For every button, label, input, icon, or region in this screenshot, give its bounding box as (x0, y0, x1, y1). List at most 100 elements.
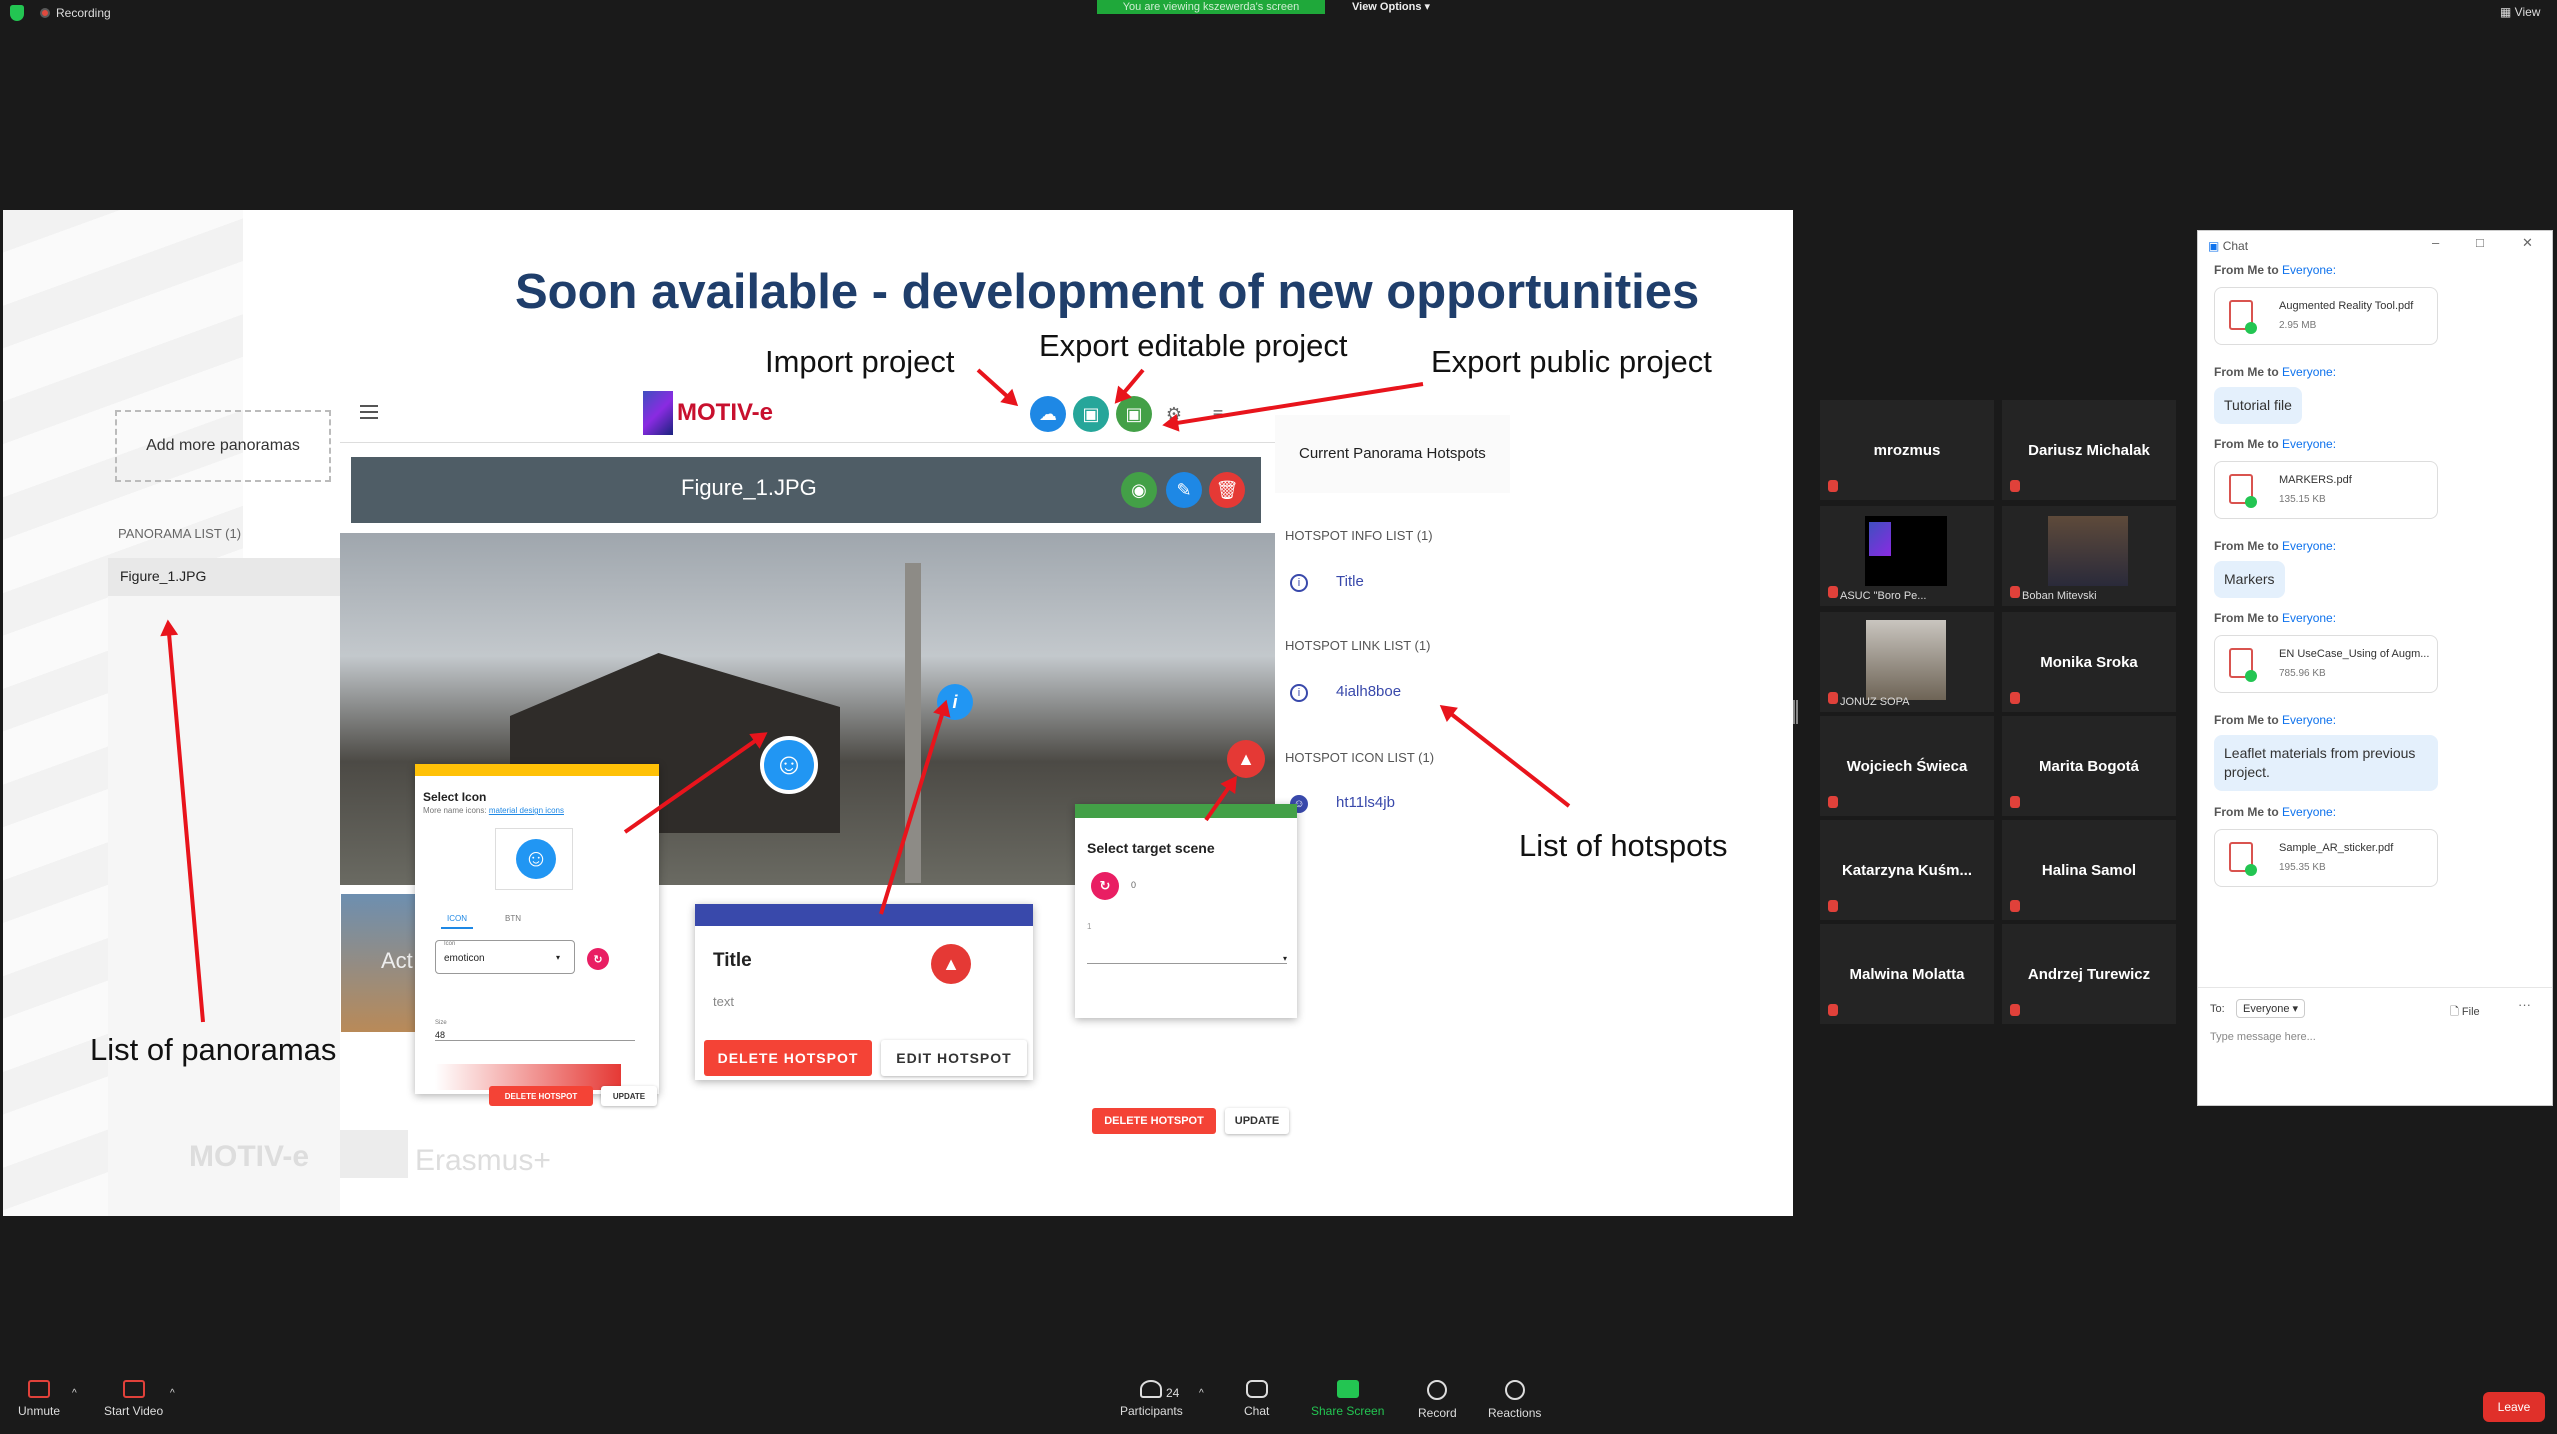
msg-to: Everyone: (2282, 263, 2337, 277)
chat-file-attachment[interactable]: Sample_AR_sticker.pdf 195.35 KB (2214, 829, 2438, 887)
file-share-button[interactable]: 🗋 File (2450, 1003, 2480, 1022)
chat-message-header: From Me to Everyone: (2214, 805, 2336, 819)
logo-text: MOTIV-e (677, 399, 774, 426)
msg-to: Everyone: (2282, 539, 2337, 553)
view-options-label: View Options (1352, 1, 1422, 13)
icon-select-field[interactable]: Icon emoticon ▾ (435, 940, 575, 974)
link-list-item[interactable]: 4ialh8boe (1336, 683, 1401, 700)
tab-btn[interactable]: BTN (505, 914, 521, 923)
maximize-icon[interactable]: □ (2476, 235, 2484, 250)
edit-hotspot-button[interactable]: EDIT HOTSPOT (881, 1040, 1027, 1076)
reactions-label: Reactions (1488, 1406, 1542, 1420)
participant-tile[interactable]: Katarzyna Kuśm... (1820, 820, 1994, 920)
participant-tile[interactable]: ASUC "Boro Pe... (1820, 506, 1994, 606)
view-button[interactable]: ▦ View (2500, 5, 2540, 19)
info-list-item[interactable]: Title (1336, 573, 1364, 590)
participant-tile[interactable]: Marita Bogotá (2002, 716, 2176, 816)
chat-divider (2198, 987, 2552, 988)
participant-tile[interactable]: mrozmus (1820, 400, 1994, 500)
chat-message-header: From Me to Everyone: (2214, 611, 2336, 625)
participant-tile[interactable]: Halina Samol (2002, 820, 2176, 920)
view-options-button[interactable]: View Options ▾ (1352, 0, 1430, 13)
video-options-chevron-icon[interactable]: ^ (170, 1388, 175, 1399)
participant-name: Monika Sroka (2040, 653, 2138, 671)
participant-tile[interactable]: Malwina Molatta (1820, 924, 1994, 1024)
start-video-button[interactable]: Start Video (104, 1380, 163, 1418)
participant-tile[interactable]: Boban Mitevski (2002, 506, 2176, 606)
close-icon[interactable]: ✕ (2522, 235, 2533, 251)
chat-message-bubble: Leaflet materials from previous project. (2214, 735, 2438, 791)
audio-options-chevron-icon[interactable]: ^ (72, 1388, 77, 1399)
msg-to: Everyone: (2282, 437, 2337, 451)
panorama-list-item[interactable]: Figure_1.JPG (108, 558, 340, 596)
participant-tile[interactable]: Dariusz Michalak (2002, 400, 2176, 500)
chat-file-attachment[interactable]: Augmented Reality Tool.pdf 2.95 MB (2214, 287, 2438, 345)
unmute-button[interactable]: Unmute (18, 1380, 60, 1418)
menu-icon[interactable] (360, 405, 378, 419)
emoticon-hotspot-icon[interactable]: ☺ (760, 736, 818, 794)
import-cloud-button[interactable]: ☁ (1030, 396, 1066, 432)
muted-mic-icon (1828, 692, 1838, 704)
viewing-banner: You are viewing kszewerda's screen (1097, 0, 1325, 14)
leave-button[interactable]: Leave (2483, 1392, 2545, 1422)
record-icon (1427, 1380, 1448, 1400)
icon-delete-hotspot-button[interactable]: DELETE HOTSPOT (489, 1086, 593, 1106)
chat-button[interactable]: Chat (1244, 1380, 1269, 1418)
reactions-button[interactable]: Reactions (1488, 1380, 1541, 1420)
info-card-text: text (713, 994, 734, 1009)
info-delete-hotspot-button[interactable]: DELETE HOTSPOT (704, 1040, 872, 1076)
view-eye-button[interactable]: ◉ (1121, 472, 1157, 508)
file-name: Sample_AR_sticker.pdf (2279, 842, 2394, 854)
edit-pencil-button[interactable]: ✎ (1166, 472, 1202, 508)
material-icons-link[interactable]: material design icons (489, 806, 564, 815)
icon-list-item[interactable]: ht11ls4jb (1336, 794, 1395, 811)
unmute-label: Unmute (18, 1404, 61, 1418)
target-delete-hotspot-button[interactable]: DELETE HOTSPOT (1092, 1108, 1216, 1134)
chat-file-attachment[interactable]: EN UseCase_Using of Augm... 785.96 KB (2214, 635, 2438, 693)
start-video-label: Start Video (104, 1404, 164, 1418)
panorama-sidebar (108, 596, 340, 1216)
split-drag-handle[interactable] (1793, 700, 1798, 724)
info-list-title: HOTSPOT INFO LIST (1) (1285, 528, 1433, 543)
record-dot-icon (40, 8, 50, 18)
icon-update-button[interactable]: UPDATE (601, 1086, 657, 1106)
participants-chevron-icon[interactable]: ^ (1199, 1388, 1204, 1399)
participant-name: Andrzej Turewicz (2027, 965, 2151, 983)
video-off-icon (122, 1380, 145, 1398)
minimize-icon[interactable]: – (2432, 235, 2439, 250)
participant-tile[interactable]: Wojciech Świeca (1820, 716, 1994, 816)
message-input[interactable]: Type message here... (2210, 1031, 2540, 1091)
target-scene-select[interactable]: ▾ (1087, 954, 1287, 964)
size-input[interactable]: 48 (435, 1030, 635, 1041)
security-shield-icon[interactable] (10, 5, 24, 21)
export-editable-button[interactable]: ▣ (1073, 396, 1109, 432)
participant-tile[interactable]: Andrzej Turewicz (2002, 924, 2176, 1024)
logo-cube-icon (1869, 522, 1891, 556)
add-more-panoramas-button[interactable]: Add more panoramas (115, 410, 331, 482)
delete-trash-button[interactable]: 🗑 (1209, 472, 1245, 508)
tab-icon[interactable]: ICON (441, 914, 473, 929)
mic-muted-icon (28, 1380, 51, 1398)
figure-header-bar: Figure_1.JPG ◉ ✎ 🗑 (351, 457, 1261, 523)
msg-from: From Me to (2214, 611, 2279, 625)
app-toolbar: MOTIV-e ☁ ▣ ▣ ⚙ ≡ (340, 385, 1275, 443)
emoticon-preview-icon: ☺ (516, 839, 556, 879)
refresh-icon[interactable]: ↻ (587, 948, 609, 970)
pdf-file-icon (2229, 300, 2257, 334)
msg-to: Everyone: (2282, 713, 2337, 727)
recipient-dropdown[interactable]: Everyone ▾ (2236, 999, 2306, 1018)
more-options-icon[interactable]: ··· (2518, 997, 2531, 1012)
participant-tile[interactable]: Monika Sroka (2002, 612, 2176, 712)
chat-file-attachment[interactable]: MARKERS.pdf 135.15 KB (2214, 461, 2438, 519)
muted-mic-icon (1828, 1004, 1838, 1016)
navigation-arrow-icon[interactable]: ▲ (931, 944, 971, 984)
target-update-button[interactable]: UPDATE (1225, 1108, 1289, 1134)
target-scene-title: Select target scene (1087, 840, 1215, 856)
refresh-target-icon[interactable]: ↻ (1091, 872, 1119, 900)
panorama-thumbnail[interactable]: Act (341, 894, 419, 1032)
record-button[interactable]: Record (1418, 1380, 1457, 1420)
share-screen-button[interactable]: Share Screen (1311, 1380, 1384, 1418)
participant-tile[interactable]: JONUZ SOPA (1820, 612, 1994, 712)
recording-indicator[interactable]: Recording (40, 6, 111, 20)
view-label: View (2514, 5, 2541, 19)
